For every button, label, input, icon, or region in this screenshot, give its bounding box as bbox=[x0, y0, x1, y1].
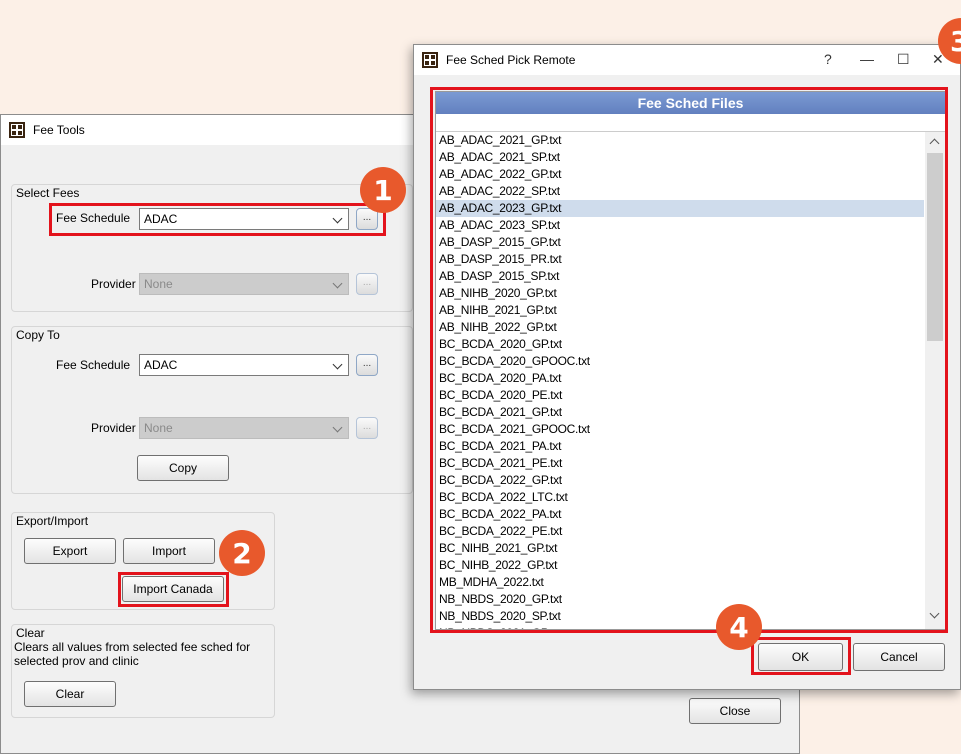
help-button[interactable]: ? bbox=[824, 51, 832, 67]
select-provider-value: None bbox=[144, 277, 173, 291]
step-badge-4: 4 bbox=[716, 604, 762, 650]
fee-tools-title: Fee Tools bbox=[33, 123, 85, 137]
maximize-button[interactable]: ☐ bbox=[897, 51, 910, 68]
screenshot-canvas: { "fee_tools": { "title": "Fee Tools", "… bbox=[0, 0, 961, 754]
file-list-highlight-box bbox=[430, 87, 948, 633]
export-import-group-label: Export/Import bbox=[16, 514, 89, 528]
select-provider-combo[interactable]: None bbox=[139, 273, 349, 295]
fee-schedule-highlight-box bbox=[49, 203, 386, 236]
copy-fee-schedule-combo[interactable]: ADAC bbox=[139, 354, 349, 376]
copy-to-group-label: Copy To bbox=[16, 328, 60, 342]
select-provider-browse-button[interactable]: ... bbox=[356, 273, 378, 295]
copy-fee-schedule-label: Fee Schedule bbox=[56, 358, 131, 372]
pick-remote-titlebar: Fee Sched Pick Remote ? — ☐ ✕ bbox=[414, 45, 960, 75]
cancel-button[interactable]: Cancel bbox=[853, 643, 945, 671]
app-icon bbox=[9, 122, 25, 138]
select-provider-label: Provider bbox=[91, 277, 136, 291]
copy-provider-browse-button[interactable]: ... bbox=[356, 417, 378, 439]
chevron-down-icon bbox=[332, 278, 343, 289]
clear-button[interactable]: Clear bbox=[24, 681, 116, 707]
clear-group-label: Clear bbox=[16, 626, 45, 640]
select-fees-group-label: Select Fees bbox=[16, 186, 80, 200]
app-icon bbox=[422, 52, 438, 68]
import-canada-highlight-box bbox=[118, 572, 229, 607]
ok-highlight-box bbox=[751, 637, 851, 675]
minimize-button[interactable]: — bbox=[860, 51, 874, 67]
close-button[interactable]: Close bbox=[689, 698, 781, 724]
step-badge-1: 1 bbox=[360, 167, 406, 213]
chevron-down-icon bbox=[332, 359, 343, 370]
copy-provider-combo[interactable]: None bbox=[139, 417, 349, 439]
pick-remote-title: Fee Sched Pick Remote bbox=[446, 53, 576, 67]
copy-button[interactable]: Copy bbox=[137, 455, 229, 481]
copy-fee-schedule-value: ADAC bbox=[144, 358, 178, 372]
export-button[interactable]: Export bbox=[24, 538, 116, 564]
copy-provider-value: None bbox=[144, 421, 173, 435]
step-badge-2: 2 bbox=[219, 530, 265, 576]
copy-fee-schedule-browse-button[interactable]: ... bbox=[356, 354, 378, 376]
clear-description: Clears all values from selected fee sche… bbox=[14, 640, 251, 668]
import-button[interactable]: Import bbox=[123, 538, 215, 564]
copy-provider-label: Provider bbox=[91, 421, 136, 435]
chevron-down-icon bbox=[332, 422, 343, 433]
